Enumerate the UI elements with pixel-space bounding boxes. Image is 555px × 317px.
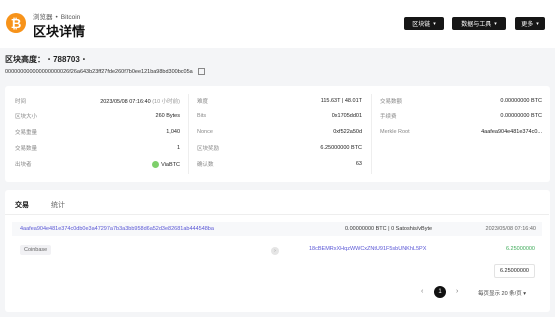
transaction-total: 6.25000000 <box>493 264 535 278</box>
detail-value: 63 <box>355 161 362 167</box>
detail-row-tx-amount: 交易数额 0.00000000 BTC <box>380 95 542 107</box>
breadcrumb-bitcoin: Bitcoin <box>60 14 81 21</box>
chevron-left-icon[interactable]: ‹ <box>421 288 423 295</box>
detail-label: 时间 <box>15 99 27 105</box>
nav-blockchain-button[interactable]: 区块链 ▾ <box>404 17 444 30</box>
breadcrumb: 浏览器 • Bitcoin <box>33 11 80 21</box>
detail-value: 0.00000000 BTC <box>500 98 542 104</box>
detail-label: 区块大小 <box>15 114 38 120</box>
detail-label: 交易数量 <box>15 146 38 152</box>
tab-transactions[interactable]: 交易 <box>15 200 29 215</box>
block-height-value: 788703 <box>53 55 80 64</box>
nav-blockchain-label: 区块链 <box>412 22 431 28</box>
detail-value: 2023/05/08 07:16:40 (10 小时前) <box>100 97 180 105</box>
detail-value: 0x1705dd01 <box>331 113 362 119</box>
detail-value: 6.25000000 BTC <box>320 145 362 151</box>
chevron-down-icon: ▾ <box>433 20 436 27</box>
breadcrumb-separator-icon: • <box>55 14 58 21</box>
output-amount: 6.25000000 <box>505 246 535 252</box>
detail-value: 0xf522a50d <box>333 129 362 135</box>
copy-icon[interactable] <box>197 68 205 75</box>
chevron-right-icon[interactable]: › <box>456 288 458 295</box>
detail-row-reward: 区块奖励 6.25000000 BTC <box>197 142 362 154</box>
detail-row-time: 时间 2023/05/08 07:16:40 (10 小时前) <box>15 95 180 107</box>
detail-row-merkle-root: Merkle Root 4aafea904e481e374c0... <box>380 126 542 138</box>
detail-label: 交易重量 <box>15 130 38 136</box>
nav-more-button[interactable]: 更多 ▾ <box>515 17 545 30</box>
block-height: 区块高度： • 788703 • <box>5 54 88 65</box>
chevron-down-icon: ▾ <box>536 20 539 27</box>
detail-value: 4aafea904e481e374c0... <box>481 129 542 135</box>
detail-row-weight: 交易重量 1,040 <box>15 126 180 138</box>
tab-divider <box>5 214 549 215</box>
detail-row-bits: Bits 0x1705dd01 <box>197 110 362 122</box>
detail-row-size: 区块大小 260 Bytes <box>15 110 180 122</box>
detail-value: 1,040 <box>166 129 180 135</box>
block-hash-value: 000000000000000000026f26a643b23ff27fde26… <box>5 68 193 75</box>
detail-label: Merkle Root <box>380 129 410 135</box>
nav-data-tools-button[interactable]: 数据与工具 ▾ <box>452 17 506 30</box>
detail-label: Bits <box>197 113 207 119</box>
tab-bar: 交易 统计 <box>15 200 65 215</box>
tab-statistics[interactable]: 统计 <box>51 200 65 210</box>
detail-label: 难度 <box>197 99 209 105</box>
page-size-select[interactable]: 每页显示 20 条/页 ▾ <box>478 289 526 297</box>
bitcoin-logo-icon: ₿ <box>6 13 26 33</box>
detail-row-confirmations: 确认数 63 <box>197 158 362 170</box>
detail-row-fee: 手续费 0.00000000 BTC <box>380 110 542 122</box>
detail-label: 交易数额 <box>380 99 403 105</box>
transaction-amount-fee: 0.00000000 BTC | 0 Satoshis/vByte <box>345 226 433 232</box>
block-hash: 000000000000000000026f26a643b23ff27fde26… <box>5 68 205 75</box>
page-title: 区块详情 <box>33 24 86 39</box>
detail-row-nonce: Nonce 0xf522a50d <box>197 126 362 138</box>
coinbase-input-badge: Coinbase <box>20 245 52 255</box>
transaction-date: 2023/05/08 07:16:40 <box>485 226 536 232</box>
column-divider <box>371 94 372 174</box>
prev-block-icon[interactable]: • <box>48 57 50 63</box>
time-value: 2023/05/08 07:16:40 <box>100 99 151 105</box>
detail-row-tx-count: 交易数量 1 <box>15 142 180 154</box>
page-1-button[interactable]: 1 <box>434 286 446 298</box>
detail-row-difficulty: 难度 115.63T | 48.01T <box>197 95 362 107</box>
detail-value: 0.00000000 BTC <box>500 113 542 119</box>
next-block-icon[interactable]: • <box>83 57 85 63</box>
detail-label: Nonce <box>197 129 213 135</box>
detail-label: 区块奖励 <box>197 146 220 152</box>
detail-label: 手续费 <box>380 114 397 120</box>
block-details-card: 时间 2023/05/08 07:16:40 (10 小时前) 区块大小 260… <box>5 86 550 182</box>
detail-row-miner: 出块者 ViaBTC <box>15 158 180 170</box>
nav-data-tools-label: 数据与工具 <box>461 22 492 28</box>
page-size-label: 每页显示 20 条/页 <box>478 291 522 297</box>
detail-label: 出块者 <box>15 162 32 168</box>
chevron-down-icon: ▾ <box>494 20 497 27</box>
detail-value: 260 Bytes <box>155 113 180 119</box>
column-divider <box>188 94 189 174</box>
detail-value: 115.63T | 48.01T <box>320 98 362 104</box>
chevron-down-icon: ▾ <box>523 291 526 297</box>
transaction-header-row: 4aafea904e481e374c0db0e3a47297a7b3a3bb95… <box>12 222 542 236</box>
time-ago: (10 小时前) <box>152 99 180 105</box>
detail-value: 1 <box>176 145 180 151</box>
miner-name: ViaBTC <box>161 161 180 168</box>
arrow-right-icon: › <box>271 247 279 255</box>
viabtc-logo-icon <box>152 160 160 168</box>
output-address-link[interactable]: 18cBEMRxXHqzWWCxZNtU91F5sbUNKhL5PX <box>309 246 426 252</box>
block-height-label: 区块高度： <box>5 55 45 64</box>
nav-more-label: 更多 <box>521 22 534 28</box>
transaction-id-link[interactable]: 4aafea904e481e374c0db0e3a47297a7b3a3bb95… <box>20 226 214 232</box>
miner-link[interactable]: ViaBTC <box>152 160 180 168</box>
breadcrumb-explorer[interactable]: 浏览器 <box>33 14 53 21</box>
top-header: ₿ 浏览器 • Bitcoin 区块详情 区块链 ▾ 数据与工具 ▾ 更多 ▾ <box>0 0 555 48</box>
detail-label: 确认数 <box>197 162 214 168</box>
